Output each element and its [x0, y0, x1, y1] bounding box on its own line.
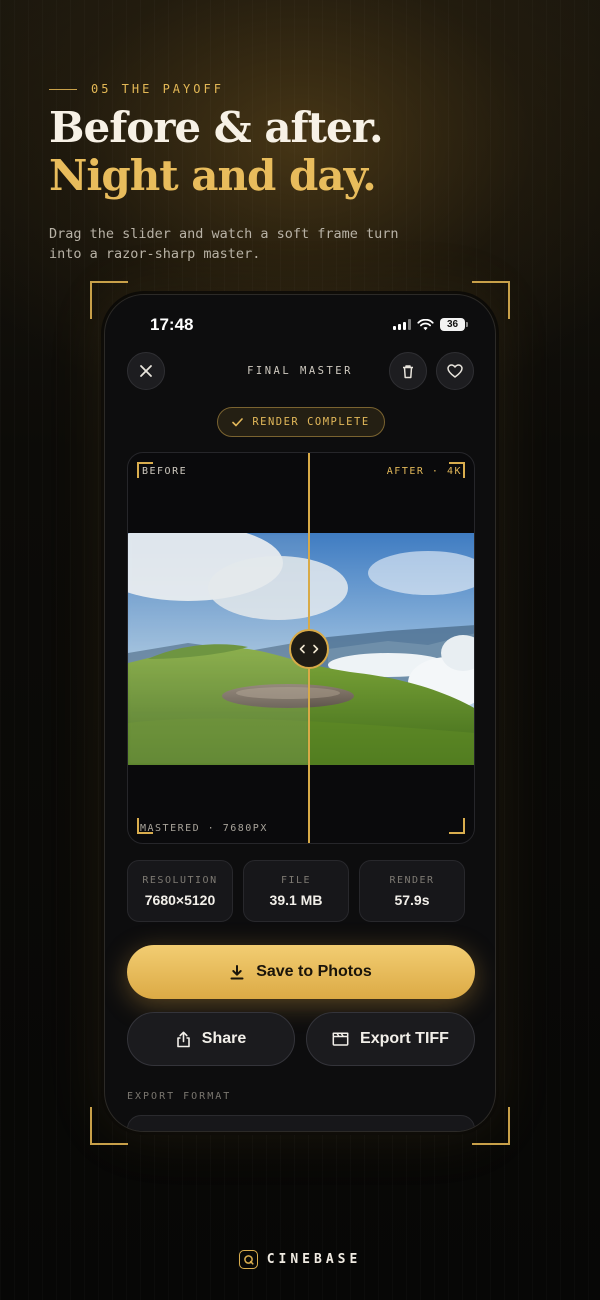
render-status-label: RENDER COMPLETE — [252, 416, 370, 428]
stat-label: FILE — [280, 875, 312, 886]
eyebrow-text: 05 THE PAYOFF — [91, 82, 224, 96]
render-status-badge: RENDER COMPLETE — [217, 407, 385, 437]
brand-name: CINEBASE — [266, 1252, 362, 1267]
save-to-photos-button[interactable]: Save to Photos — [127, 945, 475, 999]
stat-label: RENDER — [389, 875, 435, 886]
section-eyebrow: 05 THE PAYOFF — [49, 82, 224, 96]
trash-icon — [403, 364, 413, 378]
clapperboard-icon — [332, 1032, 349, 1046]
share-icon — [176, 1031, 190, 1047]
subcopy: Drag the slider and watch a soft frame t… — [49, 226, 399, 262]
headline-line-2: Night and day. — [49, 151, 377, 200]
delete-button[interactable] — [389, 352, 427, 390]
brand-footer: CINEBASE — [0, 1250, 600, 1269]
export-format-selector[interactable] — [127, 1115, 475, 1131]
cellular-signal-icon — [393, 319, 411, 330]
cinebase-logo-icon — [238, 1250, 258, 1269]
after-label: AFTER · 4K — [386, 466, 462, 477]
stat-resolution: RESOLUTION 7680×5120 — [127, 860, 233, 922]
stat-value: 57.9s — [394, 892, 430, 908]
phone-mockup: 17:48 36 FINAL MASTER RENDER COMPLETE BE… — [104, 294, 496, 1132]
favorite-button[interactable] — [436, 352, 474, 390]
export-button-label: Export TIFF — [360, 1030, 449, 1047]
before-after-viewer[interactable]: BEFORE AFTER · 4K MASTERED · 7680PX — [127, 452, 475, 844]
mastered-label: MASTERED · 7680PX — [140, 823, 268, 834]
wifi-icon — [417, 318, 434, 330]
battery-level: 36 — [446, 319, 459, 330]
heart-icon — [447, 364, 463, 378]
save-button-label: Save to Photos — [256, 963, 372, 980]
check-icon — [232, 417, 244, 426]
headline-line-1: Before & after. — [49, 103, 384, 152]
status-bar: 17:48 36 — [105, 295, 495, 355]
eyebrow-rule — [49, 88, 77, 90]
stat-value: 7680×5120 — [144, 892, 216, 908]
battery-icon: 36 — [440, 318, 468, 331]
download-icon — [230, 964, 244, 979]
export-tiff-button[interactable]: Export TIFF — [306, 1012, 475, 1066]
status-icons: 36 — [393, 318, 468, 331]
share-button-label: Share — [201, 1030, 247, 1047]
slider-handle[interactable] — [289, 629, 329, 669]
share-button[interactable]: Share — [127, 1012, 295, 1066]
stat-label: RESOLUTION — [142, 875, 218, 886]
before-label: BEFORE — [142, 466, 188, 477]
export-format-label: EXPORT FORMAT — [127, 1091, 232, 1102]
stat-file: FILE 39.1 MB — [243, 860, 349, 922]
status-time: 17:48 — [150, 315, 194, 334]
stat-value: 39.1 MB — [269, 892, 323, 908]
chevrons-left-right-icon — [299, 644, 319, 654]
stat-render: RENDER 57.9s — [359, 860, 465, 922]
viewer-corner-bottom-right — [449, 818, 465, 834]
page-headline: Before & after. Night and day. — [49, 103, 384, 200]
